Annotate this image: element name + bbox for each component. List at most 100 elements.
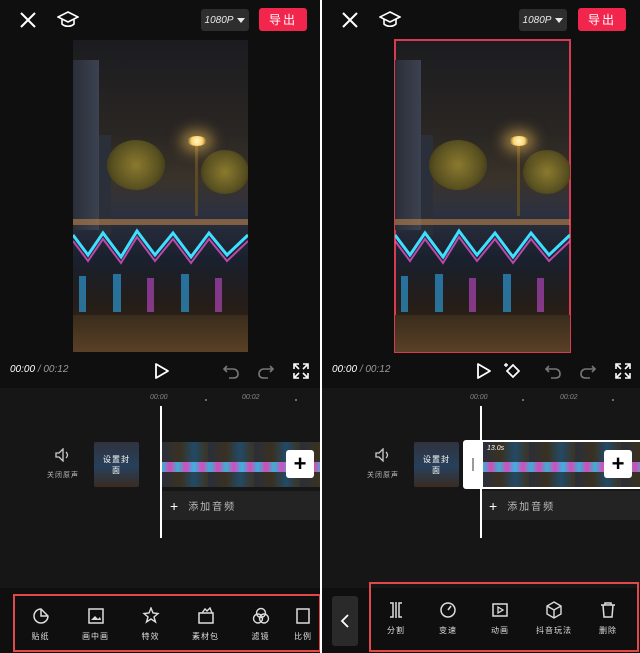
video-neon-railing: [73, 219, 248, 265]
current-time: 00:00: [332, 364, 358, 375]
video-lamp-pole: [517, 146, 520, 216]
video-preview[interactable]: [73, 40, 248, 352]
plus-icon: +: [170, 497, 181, 514]
video-building: [395, 60, 421, 230]
toolbar-label: 特效: [141, 631, 160, 641]
undo-icon[interactable]: [222, 362, 240, 380]
resolution-dropdown[interactable]: 1080P: [201, 9, 249, 31]
redo-icon[interactable]: [579, 362, 597, 380]
playback-controls: 00:00 / 00:12: [0, 358, 320, 386]
speaker-icon: [55, 447, 69, 463]
resolution-label: 1080P: [204, 14, 234, 26]
time-display: 00:00 / 00:12: [10, 364, 68, 375]
playhead[interactable]: [160, 406, 162, 538]
mute-original-audio-label: 关闭原声: [367, 472, 399, 479]
material-pack-icon: [197, 606, 214, 624]
play-icon[interactable]: [472, 360, 494, 382]
add-audio-label: 添加音频: [188, 502, 237, 513]
toolbar-item-douyin-play[interactable]: 抖音玩法: [526, 590, 582, 646]
toolbar-label: 素材包: [192, 631, 219, 641]
close-icon[interactable]: [14, 6, 42, 34]
ruler-label: 00:00: [470, 394, 488, 401]
mute-original-audio-toggle[interactable]: 关闭原声: [366, 447, 400, 480]
top-bar: 1080P 导出: [322, 0, 640, 38]
plus-icon: +: [489, 497, 500, 514]
bottom-toolbar-zone: 贴纸 画中画 特效 素材包 滤镜 比例: [0, 588, 320, 653]
close-icon[interactable]: [336, 6, 364, 34]
editor-panel-left: 1080P 导出 00:00 / 00:12 00:00 00:02 关闭原声 …: [0, 0, 320, 653]
split-icon: [390, 601, 402, 618]
filter-icon: [252, 607, 269, 624]
toolbar-item-picture-in-picture[interactable]: 画中画: [68, 596, 123, 652]
keyframe-icon[interactable]: [502, 360, 524, 382]
video-tree: [523, 150, 570, 194]
play-icon[interactable]: [150, 360, 172, 382]
tutorial-graduation-cap-icon[interactable]: [376, 6, 404, 34]
playhead[interactable]: [480, 406, 482, 538]
ratio-icon: [296, 607, 310, 624]
effects-star-icon: [141, 606, 160, 624]
douyin-play-icon: [546, 600, 562, 619]
video-ground: [73, 315, 248, 352]
delete-icon: [601, 601, 615, 618]
toolbar-item-ratio[interactable]: 比例: [288, 596, 318, 652]
add-audio-label: 添加音频: [507, 502, 556, 513]
timeline[interactable]: 00:00 00:02 关闭原声 设置封面 + + 添加音频: [0, 388, 320, 588]
picture-in-picture-icon: [87, 607, 104, 624]
sticker-icon: [32, 607, 49, 624]
toolbar-item-speed[interactable]: 变速: [422, 590, 474, 646]
timeline-ruler: 00:00 00:02: [322, 392, 640, 406]
video-neon-railing: [395, 219, 570, 265]
top-bar: 1080P 导出: [0, 0, 320, 38]
mute-original-audio-label: 关闭原声: [47, 472, 79, 479]
set-cover-button[interactable]: 设置封面: [94, 442, 139, 487]
caret-down-icon: [555, 17, 564, 23]
ruler-label: 00:02: [560, 394, 578, 401]
video-building: [73, 60, 99, 230]
export-button[interactable]: 导出: [578, 8, 626, 31]
undo-icon[interactable]: [544, 362, 562, 380]
time-separator: /: [359, 364, 363, 375]
video-lamp-pole: [195, 146, 198, 216]
caret-down-icon: [237, 17, 246, 23]
chevron-left-icon: [340, 614, 349, 628]
add-clip-button[interactable]: +: [286, 450, 314, 478]
current-time: 00:00: [10, 364, 36, 375]
toolbar-item-filter[interactable]: 滤镜: [233, 596, 288, 652]
ruler-tick: [205, 399, 207, 401]
toolbar-item-animation[interactable]: 动画: [474, 590, 526, 646]
video-tree: [201, 150, 248, 194]
ruler-tick: [612, 399, 614, 401]
speed-icon: [440, 601, 456, 618]
timeline[interactable]: 00:00 00:02 关闭原声 设置封面 13.0s + + 添加音频: [322, 388, 640, 588]
animation-icon: [492, 602, 508, 617]
set-cover-button[interactable]: 设置封面: [414, 442, 459, 487]
clip-edit-toolbar: 分割 变速 动画 抖音玩法 删除: [370, 590, 634, 646]
back-chevron-button[interactable]: [332, 596, 358, 646]
ruler-label: 00:00: [150, 394, 168, 401]
clip-duration: 13.0s: [487, 445, 505, 452]
main-toolbar: 贴纸 画中画 特效 素材包 滤镜 比例: [13, 596, 318, 652]
ruler-label: 00:02: [242, 394, 260, 401]
total-time: 00:12: [43, 364, 69, 375]
toolbar-item-delete[interactable]: 删除: [582, 590, 634, 646]
mute-original-audio-toggle[interactable]: 关闭原声: [46, 447, 80, 480]
add-audio-button[interactable]: + 添加音频: [162, 491, 320, 520]
export-button[interactable]: 导出: [259, 8, 307, 31]
editor-panel-right: 1080P 导出 00:00 / 00:12 00:00 00:02 关闭原声 …: [322, 0, 640, 653]
toolbar-item-sticker[interactable]: 贴纸: [13, 596, 68, 652]
toolbar-item-effects[interactable]: 特效: [123, 596, 178, 652]
speaker-icon: [375, 447, 389, 463]
redo-icon[interactable]: [257, 362, 275, 380]
add-clip-button[interactable]: +: [604, 450, 632, 478]
fullscreen-icon[interactable]: [292, 362, 310, 380]
fullscreen-icon[interactable]: [614, 362, 632, 380]
toolbar-item-split[interactable]: 分割: [370, 590, 422, 646]
video-preview-selected[interactable]: [394, 39, 571, 353]
video-tree: [107, 140, 165, 190]
resolution-dropdown[interactable]: 1080P: [519, 9, 567, 31]
bottom-toolbar-zone: 分割 变速 动画 抖音玩法 删除: [322, 582, 640, 653]
toolbar-item-material-pack[interactable]: 素材包: [178, 596, 233, 652]
add-audio-button[interactable]: + 添加音频: [481, 491, 640, 520]
tutorial-graduation-cap-icon[interactable]: [54, 6, 82, 34]
